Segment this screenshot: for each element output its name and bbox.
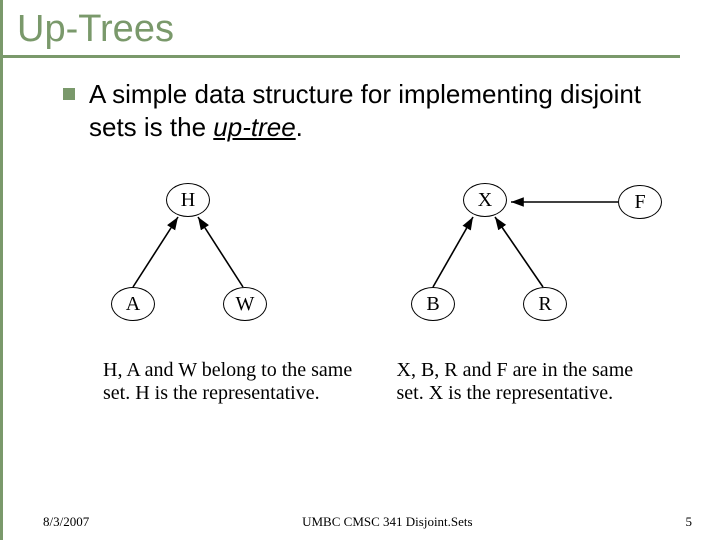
caption-right: X, B, R and F are in the same set. X is …	[397, 359, 651, 405]
node-B: B	[411, 287, 455, 321]
body: A simple data structure for implementing…	[3, 58, 720, 405]
bullet-item: A simple data structure for implementing…	[63, 78, 690, 143]
bullet-post: .	[296, 112, 303, 142]
captions: H, A and W belong to the same set. H is …	[63, 347, 690, 405]
bullet-em: up-tree	[213, 112, 295, 142]
bullet-icon	[63, 88, 75, 100]
bullet-text: A simple data structure for implementing…	[89, 78, 690, 143]
edges	[63, 167, 703, 347]
bullet-pre: A simple data structure for implementing…	[89, 79, 641, 142]
caption-left: H, A and W belong to the same set. H is …	[103, 359, 357, 405]
node-H: H	[166, 183, 210, 217]
diagram: H A W X F B R	[63, 167, 703, 347]
footer: 8/3/2007 UMBC CMSC 341 Disjoint.Sets 5	[3, 514, 720, 530]
footer-page: 5	[685, 514, 692, 530]
slide-title: Up-Trees	[0, 0, 680, 58]
footer-course: UMBC CMSC 341 Disjoint.Sets	[302, 514, 473, 530]
node-X: X	[463, 183, 507, 217]
node-A: A	[111, 287, 155, 321]
node-W: W	[223, 287, 267, 321]
node-R: R	[523, 287, 567, 321]
footer-date: 8/3/2007	[43, 514, 89, 530]
node-F: F	[618, 185, 662, 219]
